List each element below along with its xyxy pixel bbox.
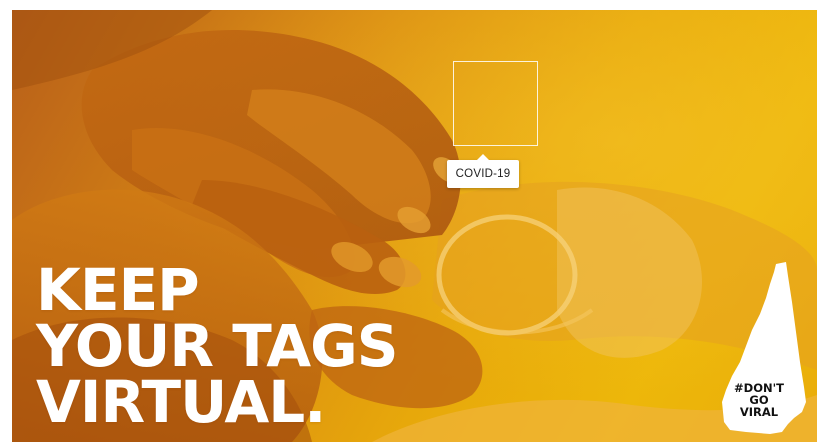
photo-tag-frame[interactable] [453, 61, 538, 146]
headline-line-3: VIRTUAL. [36, 368, 326, 436]
badge-text: #DON'T GO VIRAL [724, 382, 794, 418]
photo-tag-label[interactable]: COVID-19 [447, 154, 519, 188]
headline-line-2: YOUR TAGS [36, 312, 399, 380]
headline: KEEP YOUR TAGS VIRTUAL. [36, 256, 399, 436]
headline-line-1: KEEP [36, 256, 200, 324]
badge-line-3: VIRAL [739, 405, 779, 419]
